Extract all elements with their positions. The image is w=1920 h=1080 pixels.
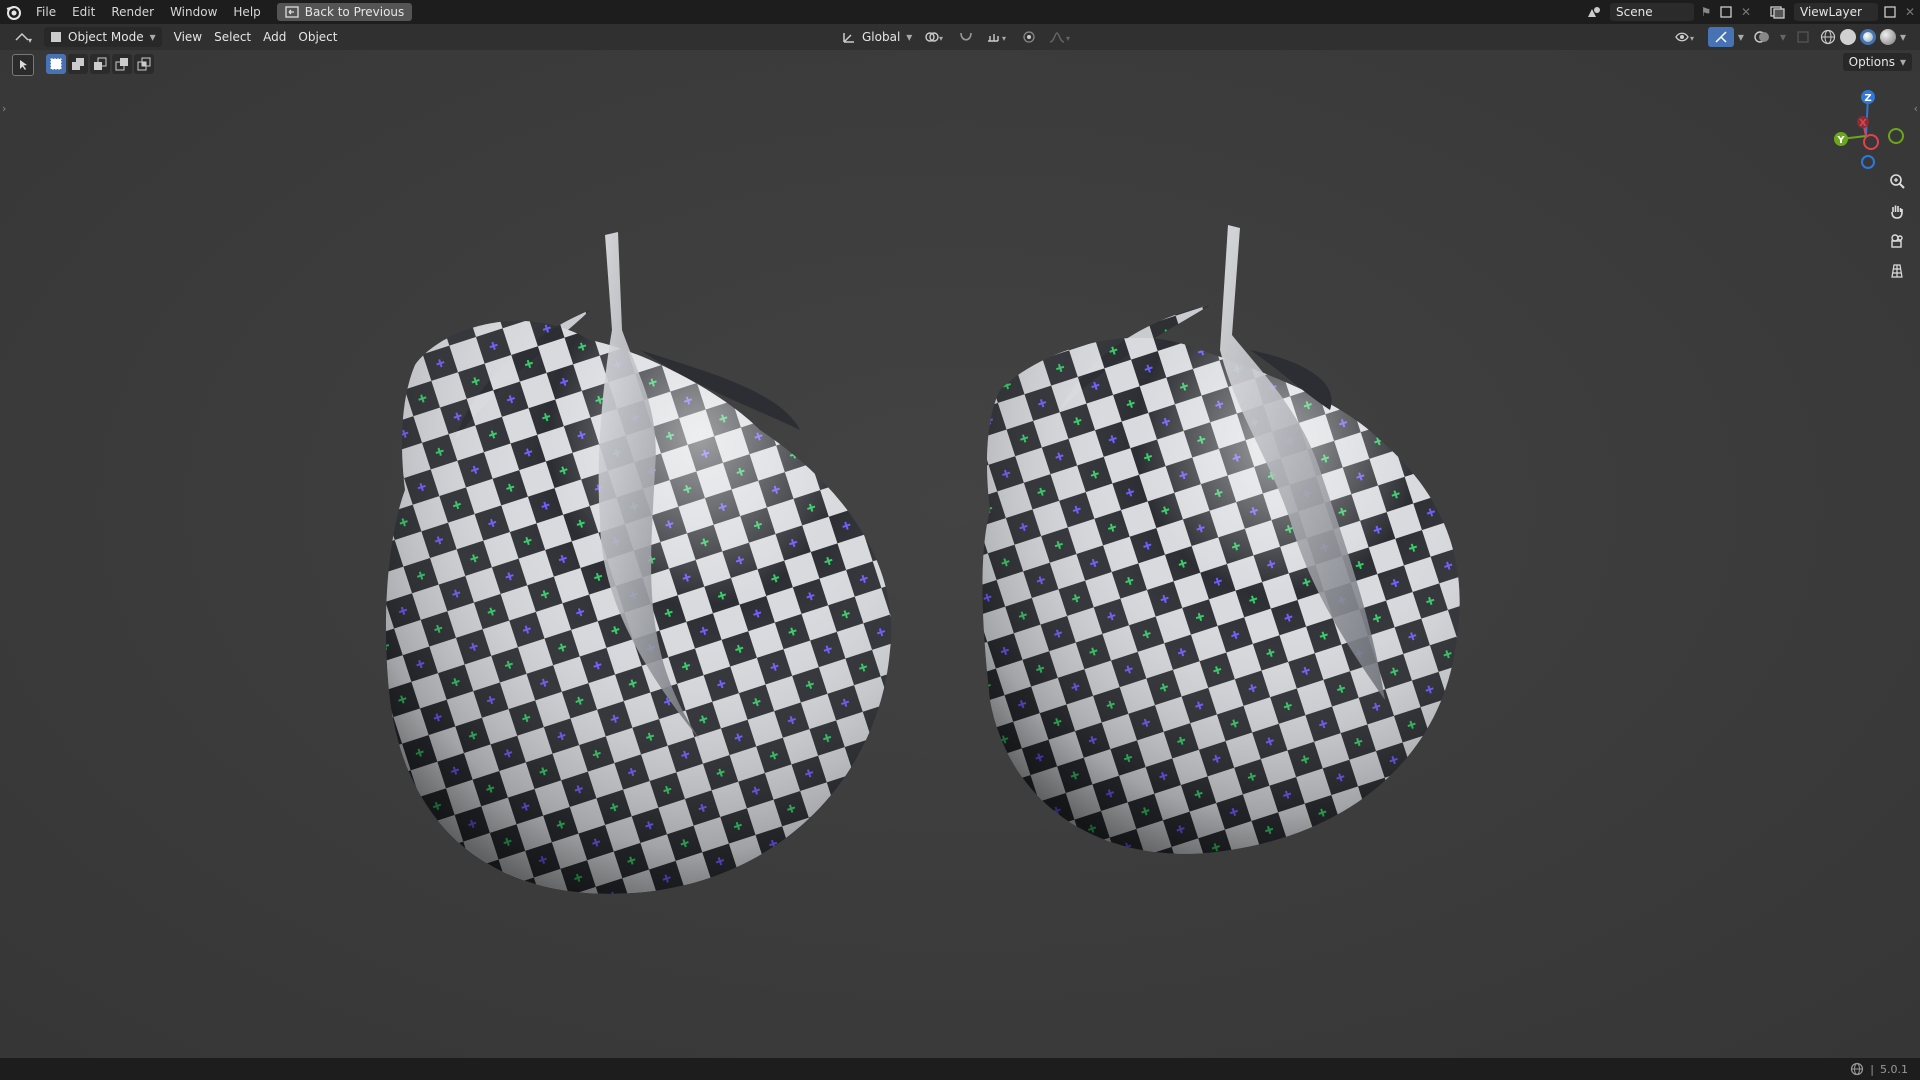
menu-view[interactable]: View xyxy=(168,27,208,47)
object-mode-icon xyxy=(50,31,62,43)
view-layer-icon[interactable] xyxy=(1764,5,1792,19)
close-scene-icon[interactable]: ✕ xyxy=(1736,5,1756,19)
right-mesh-object[interactable] xyxy=(982,225,1460,854)
status-bar: | 5.0.1 xyxy=(0,1058,1920,1080)
back-to-previous-label: Back to Previous xyxy=(304,5,405,19)
chevron-down-icon[interactable]: ▾ xyxy=(1738,30,1744,44)
pin-icon[interactable]: ⚑ xyxy=(1696,5,1716,19)
menu-help[interactable]: Help xyxy=(225,0,268,24)
new-view-layer-icon[interactable] xyxy=(1880,6,1900,18)
menu-window[interactable]: Window xyxy=(162,0,225,24)
close-view-layer-icon[interactable]: ✕ xyxy=(1900,5,1920,19)
rendered-shading-icon[interactable] xyxy=(1879,29,1896,45)
overlays-icon[interactable] xyxy=(1748,27,1776,47)
version-label: 5.0.1 xyxy=(1880,1062,1908,1076)
orientation-icon xyxy=(842,30,856,44)
viewport-display-controls: ▾ ▾ ▾ ▾ xyxy=(1668,27,1906,47)
back-to-previous-button[interactable]: Back to Previous xyxy=(276,3,413,21)
snap-target-icon[interactable]: ▾ xyxy=(980,27,1016,47)
left-mesh-object[interactable] xyxy=(385,232,892,894)
menu-add[interactable]: Add xyxy=(257,27,292,47)
chevron-down-icon: ▾ xyxy=(906,30,913,44)
svg-text:▾: ▾ xyxy=(28,36,32,44)
svg-text:▾: ▾ xyxy=(1690,34,1694,43)
menu-object[interactable]: Object xyxy=(292,27,343,47)
mode-label: Object Mode xyxy=(68,30,144,44)
view-layer-field[interactable]: ViewLayer xyxy=(1794,3,1878,21)
gizmo-toggle-icon[interactable] xyxy=(1707,27,1734,47)
solid-shading-icon[interactable] xyxy=(1839,29,1856,45)
chevron-down-icon[interactable]: ▾ xyxy=(1780,30,1786,44)
transform-controls: Global ▾ ▾ ▾ ▾ xyxy=(836,27,1078,47)
snap-icon[interactable] xyxy=(952,27,980,47)
svg-text:▾: ▾ xyxy=(1002,34,1006,43)
viewport-header: ▾ Object Mode ▾ View Select Add Object G… xyxy=(0,24,1920,50)
3d-viewport[interactable]: › ‹ Options ▾ Z X Y xyxy=(0,50,1920,1058)
topbar-right: Scene ⚑ ✕ ViewLayer ✕ xyxy=(1580,0,1920,24)
chevron-down-icon: ▾ xyxy=(149,30,156,44)
svg-text:▾: ▾ xyxy=(939,34,943,43)
scene-name: Scene xyxy=(1616,5,1653,19)
menu-select[interactable]: Select xyxy=(208,27,257,47)
visibility-icon[interactable]: ▾ xyxy=(1668,27,1704,47)
scene-name-field[interactable]: Scene xyxy=(1610,3,1694,21)
view-layer-name: ViewLayer xyxy=(1800,5,1862,19)
scene-icon[interactable] xyxy=(1580,5,1608,19)
svg-text:▾: ▾ xyxy=(1066,34,1070,43)
network-icon[interactable] xyxy=(1850,1062,1864,1076)
blender-logo-icon[interactable] xyxy=(0,0,28,24)
proportional-editing-icon[interactable] xyxy=(1016,27,1042,47)
material-preview-icon[interactable] xyxy=(1859,29,1876,45)
menu-file[interactable]: File xyxy=(28,0,64,24)
status-divider: | xyxy=(1870,1062,1874,1076)
scene-objects[interactable] xyxy=(0,50,1920,1058)
wireframe-shading-icon[interactable] xyxy=(1820,29,1836,45)
new-scene-icon[interactable] xyxy=(1716,6,1736,18)
falloff-icon[interactable]: ▾ xyxy=(1042,27,1078,47)
top-menu-bar: File Edit Render Window Help Back to Pre… xyxy=(0,0,1920,24)
orientation-selector[interactable]: Global ▾ xyxy=(836,27,918,47)
chevron-down-icon[interactable]: ▾ xyxy=(1900,30,1906,44)
xray-icon[interactable] xyxy=(1790,27,1816,47)
back-icon xyxy=(285,6,299,18)
orientation-label: Global xyxy=(862,30,901,44)
menu-edit[interactable]: Edit xyxy=(64,0,103,24)
menu-render[interactable]: Render xyxy=(103,0,162,24)
mode-selector[interactable]: Object Mode ▾ xyxy=(44,27,162,47)
editor-type-icon[interactable]: ▾ xyxy=(8,27,38,47)
pivot-point-icon[interactable]: ▾ xyxy=(918,27,952,47)
